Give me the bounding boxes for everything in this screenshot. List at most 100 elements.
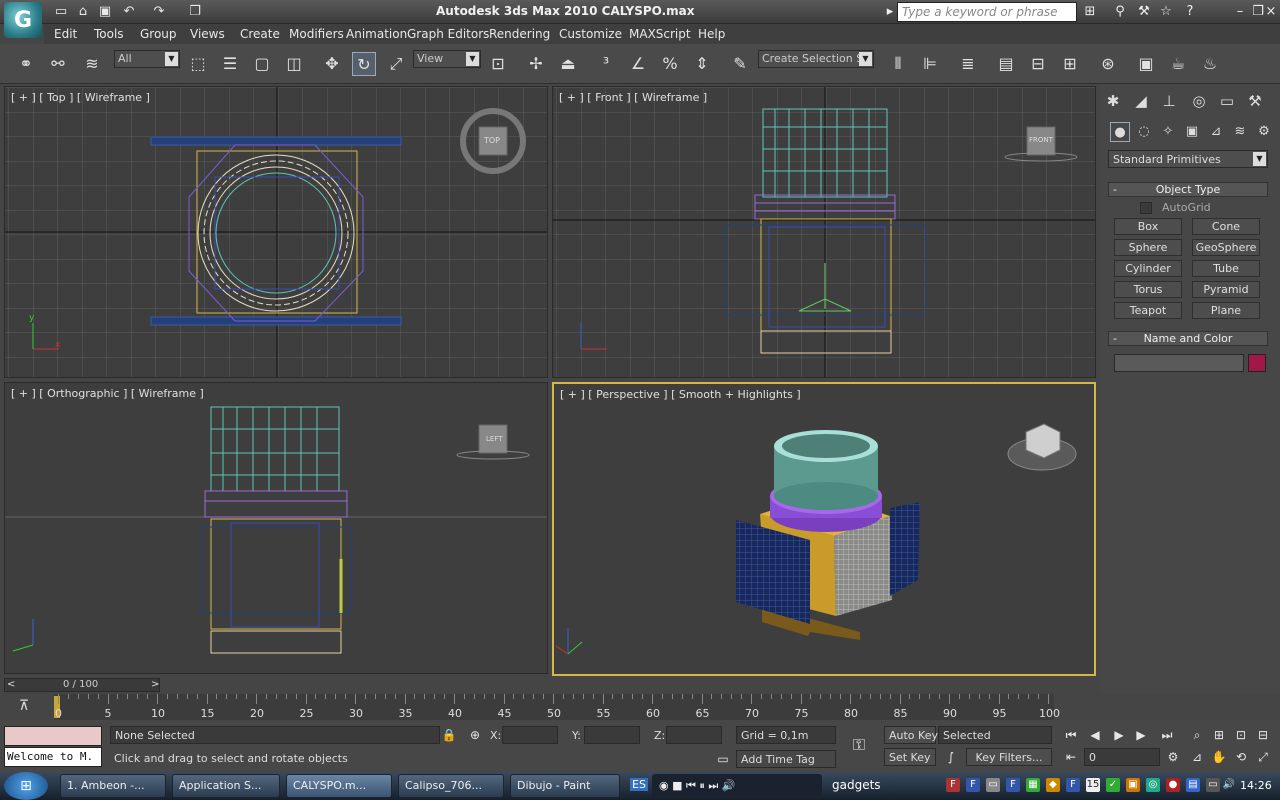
project-icon[interactable]: ❐: [186, 3, 204, 21]
maxscript-listener-top[interactable]: [4, 726, 102, 746]
shapes-icon[interactable]: ◌: [1134, 122, 1154, 142]
task-paint[interactable]: Dibujo - Paint: [510, 774, 620, 798]
material-editor-icon[interactable]: ⊞: [1058, 52, 1082, 76]
autogrid-checkbox[interactable]: [1140, 202, 1152, 214]
viewcube-label[interactable]: LEFT: [486, 435, 503, 443]
orbit-icon[interactable]: ⟲: [1232, 748, 1250, 766]
maxscript-listener[interactable]: Welcome to M.: [4, 747, 102, 767]
curve-editor-icon[interactable]: ▤: [994, 52, 1018, 76]
tray-app-icon[interactable]: ●: [1166, 778, 1180, 792]
box-button[interactable]: Box: [1114, 218, 1182, 235]
object-color-swatch[interactable]: [1248, 354, 1266, 372]
tray-app-icon[interactable]: F: [1006, 778, 1020, 792]
tray-app-icon[interactable]: F: [1066, 778, 1080, 792]
absolute-mode-icon[interactable]: ⊕: [466, 726, 484, 744]
open-icon[interactable]: ⌂: [74, 3, 92, 21]
key-filters-button[interactable]: Key Filters...: [966, 748, 1052, 766]
menu-views[interactable]: Views: [190, 27, 225, 41]
cylinder-button[interactable]: Cylinder: [1114, 260, 1182, 277]
systems-icon[interactable]: ⚙: [1254, 122, 1274, 142]
modify-icon[interactable]: ◢: [1130, 90, 1152, 112]
utilities-icon[interactable]: ⚒: [1244, 90, 1266, 112]
field-of-view-icon[interactable]: ⊿: [1188, 748, 1206, 766]
clock[interactable]: 14:26: [1240, 779, 1272, 792]
plane-button[interactable]: Plane: [1192, 302, 1260, 319]
auto-key-button[interactable]: Auto Key: [884, 726, 938, 744]
motion-icon[interactable]: ◎: [1188, 90, 1210, 112]
menu-maxscript[interactable]: MAXScript: [629, 27, 691, 41]
redo-icon[interactable]: ↷: [150, 3, 168, 21]
time-slider-prev[interactable]: <: [7, 679, 15, 690]
manipulate-icon[interactable]: ✢: [524, 52, 548, 76]
viewport-label-perspective[interactable]: [ + ] [ Perspective ] [ Smooth + Highlig…: [560, 388, 801, 401]
named-selection-dropdown[interactable]: Create Selection Se: [758, 50, 874, 68]
tray-app-icon[interactable]: ▦: [1026, 778, 1040, 792]
network-icon[interactable]: ▭: [1206, 778, 1220, 792]
mirror-icon[interactable]: ⫴: [886, 52, 910, 76]
maximize-viewport-icon[interactable]: ⤢: [1254, 748, 1272, 766]
cameras-icon[interactable]: ▣: [1182, 122, 1202, 142]
viewport-label-orthographic[interactable]: [ + ] [ Orthographic ] [ Wireframe ]: [11, 387, 204, 400]
lights-icon[interactable]: ✧: [1158, 122, 1178, 142]
z-coordinate-field[interactable]: [666, 726, 722, 744]
subscription-icon[interactable]: ⚒: [1134, 2, 1154, 22]
menu-tools[interactable]: Tools: [94, 27, 124, 41]
key-mode-toggle-icon[interactable]: ⇤: [1062, 748, 1080, 766]
tube-button[interactable]: Tube: [1192, 260, 1260, 277]
viewport-top[interactable]: y x TOP [ + ] [ Top ] [ Wireframe ]: [4, 86, 548, 378]
menu-animation[interactable]: Animation: [346, 27, 407, 41]
spinner-snap-icon[interactable]: ⇕: [690, 52, 714, 76]
object-type-rollout[interactable]: - Object Type: [1108, 182, 1268, 197]
display-icon[interactable]: ▭: [1216, 90, 1238, 112]
tray-app-icon[interactable]: ▣: [1126, 778, 1140, 792]
spacewarps-icon[interactable]: ≋: [1230, 122, 1250, 142]
tray-app-icon[interactable]: ▤: [1186, 778, 1200, 792]
minimize-icon[interactable]: –: [1230, 2, 1250, 22]
viewcube-label[interactable]: FRONT: [1029, 136, 1053, 144]
primitive-category-dropdown[interactable]: Standard Primitives: [1108, 150, 1268, 168]
task-calyspo[interactable]: CALYSPO.m...: [286, 774, 392, 798]
menu-graph-editors[interactable]: Graph Editors: [407, 27, 489, 41]
task-calipso-pdf[interactable]: Calipso_706...: [398, 774, 504, 798]
bind-spacewarp-icon[interactable]: ≋: [80, 52, 104, 76]
viewport-front[interactable]: FRONT [ + ] [ Front ] [ Wireframe ]: [552, 86, 1096, 378]
snap-3-icon[interactable]: ³: [594, 52, 618, 76]
tray-app-icon[interactable]: F: [946, 778, 960, 792]
viewport-label-top[interactable]: [ + ] [ Top ] [ Wireframe ]: [11, 91, 150, 104]
select-link-icon[interactable]: ⚭: [14, 52, 38, 76]
scale-icon[interactable]: ⤢: [384, 52, 408, 76]
cone-button[interactable]: Cone: [1192, 218, 1260, 235]
prev-frame-icon[interactable]: ◀: [1086, 726, 1104, 744]
geometry-icon[interactable]: ●: [1110, 122, 1130, 142]
menu-customize[interactable]: Customize: [559, 27, 622, 41]
menu-rendering[interactable]: Rendering: [489, 27, 550, 41]
play-icon[interactable]: ▶: [1110, 726, 1128, 744]
time-config-icon[interactable]: ⚙: [1164, 748, 1182, 766]
layer-icon[interactable]: ≣: [956, 52, 980, 76]
key-mode-dropdown[interactable]: Selected: [938, 726, 1052, 744]
set-key-button[interactable]: Set Key: [884, 748, 936, 766]
keyboard-shortcut-icon[interactable]: ⏏: [556, 52, 580, 76]
tray-app-icon[interactable]: ▭: [986, 778, 1000, 792]
helpers-icon[interactable]: ⊿: [1206, 122, 1226, 142]
task-ambeon[interactable]: 1. Ambeon -...: [60, 774, 166, 798]
viewport-orthographic[interactable]: LEFT [ + ] [ Orthographic ] [ Wireframe …: [4, 382, 548, 674]
save-icon[interactable]: ▣: [96, 3, 114, 21]
current-frame-field[interactable]: 0: [1084, 748, 1160, 766]
tray-app-icon[interactable]: F: [966, 778, 980, 792]
x-coordinate-field[interactable]: [502, 726, 558, 744]
goto-start-icon[interactable]: ⏮: [1062, 726, 1080, 744]
rect-region-icon[interactable]: ▢: [250, 52, 274, 76]
hierarchy-icon[interactable]: ⊥: [1158, 90, 1180, 112]
render-frame-icon[interactable]: ▣: [1134, 52, 1158, 76]
task-application[interactable]: Application S...: [172, 774, 280, 798]
pivot-icon[interactable]: ⊡: [486, 52, 510, 76]
undo-icon[interactable]: ↶: [120, 3, 138, 21]
start-button[interactable]: ⊞: [4, 772, 48, 800]
close-icon[interactable]: ×: [1264, 2, 1278, 22]
object-name-field[interactable]: [1114, 354, 1244, 372]
menu-edit[interactable]: Edit: [54, 27, 77, 41]
lock-selection-icon[interactable]: 🔒: [440, 726, 458, 744]
track-bar[interactable]: 0 5 10 15 20 25 30 35 40 45 50 55 60 65 70 75 80 85 90 95 10…: [54, 694, 1060, 720]
next-frame-icon[interactable]: ▶: [1132, 726, 1150, 744]
